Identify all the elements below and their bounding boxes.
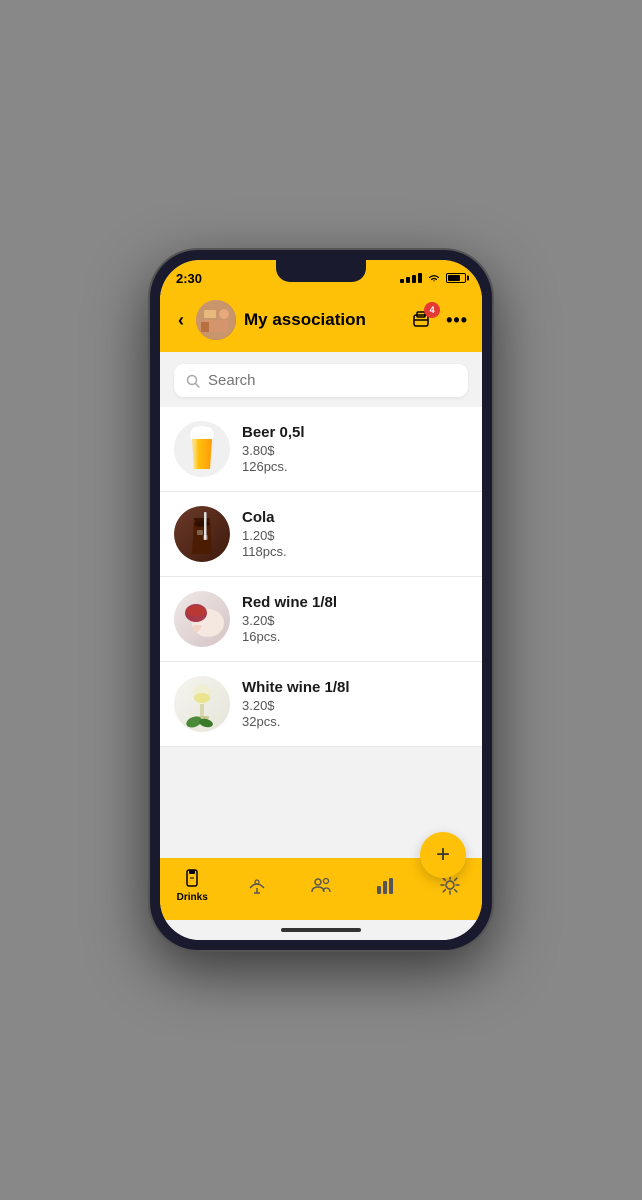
home-bar — [281, 928, 361, 932]
item-qty: 16pcs. — [242, 629, 468, 644]
nav-item-settings[interactable] — [418, 874, 482, 896]
item-qty: 32pcs. — [242, 714, 468, 729]
nav-item-stats[interactable] — [353, 874, 417, 896]
wifi-icon — [427, 273, 441, 283]
nav-item-members[interactable] — [289, 874, 353, 896]
notifications-button[interactable]: 4 — [408, 306, 436, 334]
item-price: 3.20$ — [242, 613, 468, 628]
search-icon — [186, 374, 200, 388]
list-item[interactable]: Beer 0,5l 3.80$ 126pcs. — [160, 407, 482, 492]
status-time: 2:30 — [176, 271, 202, 286]
add-button[interactable]: + — [420, 832, 466, 878]
drinks-icon — [181, 867, 203, 889]
status-icons — [400, 273, 466, 283]
item-name: Beer 0,5l — [242, 424, 468, 441]
item-qty: 126pcs. — [242, 459, 468, 474]
items-list: Beer 0,5l 3.80$ 126pcs. — [160, 407, 482, 858]
notch — [276, 260, 366, 282]
item-name: Cola — [242, 509, 468, 526]
nav-item-drinks[interactable]: Drinks — [160, 867, 224, 903]
nav-item-food[interactable] — [224, 874, 288, 896]
avatar — [196, 300, 236, 340]
item-name: Red wine 1/8l — [242, 594, 468, 611]
list-item[interactable]: Cola 1.20$ 118pcs. — [160, 492, 482, 577]
item-image-whitewine — [174, 676, 230, 732]
search-bar — [174, 364, 468, 397]
stats-icon — [374, 874, 396, 896]
item-info-whitewine: White wine 1/8l 3.20$ 32pcs. — [242, 679, 468, 729]
item-qty: 118pcs. — [242, 544, 468, 559]
list-item[interactable]: Red wine 1/8l 3.20$ 16pcs. — [160, 577, 482, 662]
phone-frame: 2:30 — [150, 250, 492, 950]
item-price: 3.80$ — [242, 443, 468, 458]
phone-screen: 2:30 — [160, 260, 482, 940]
header: ‹ My association — [160, 292, 482, 352]
item-price: 3.20$ — [242, 698, 468, 713]
food-icon — [246, 874, 268, 896]
members-icon — [310, 874, 332, 896]
item-info-beer: Beer 0,5l 3.80$ 126pcs. — [242, 424, 468, 474]
item-image-beer — [174, 421, 230, 477]
notification-badge: 4 — [424, 302, 440, 318]
list-item[interactable]: White wine 1/8l 3.20$ 32pcs. — [160, 662, 482, 747]
item-image-redwine — [174, 591, 230, 647]
back-button[interactable]: ‹ — [174, 308, 188, 333]
item-name: White wine 1/8l — [242, 679, 468, 696]
item-info-redwine: Red wine 1/8l 3.20$ 16pcs. — [242, 594, 468, 644]
battery-icon — [446, 273, 466, 283]
home-indicator — [160, 920, 482, 940]
item-info-cola: Cola 1.20$ 118pcs. — [242, 509, 468, 559]
more-button[interactable]: ••• — [446, 310, 468, 331]
nav-label-drinks: Drinks — [177, 892, 208, 903]
search-input[interactable] — [208, 372, 456, 389]
item-price: 1.20$ — [242, 528, 468, 543]
header-actions: 4 ••• — [408, 306, 468, 334]
search-container — [160, 352, 482, 407]
signal-icon — [400, 273, 422, 283]
item-image-cola — [174, 506, 230, 562]
avatar-image — [196, 300, 236, 340]
page-title: My association — [244, 310, 400, 330]
